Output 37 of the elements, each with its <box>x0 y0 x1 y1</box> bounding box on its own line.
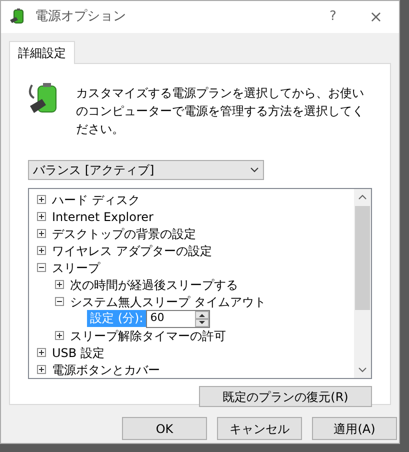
expand-icon[interactable] <box>37 195 46 204</box>
tab[interactable]: 詳細設定 <box>9 41 75 64</box>
collapse-icon[interactable] <box>37 263 46 272</box>
tree-item[interactable]: ワイヤレス アダプターの設定 <box>52 242 212 260</box>
close-button[interactable]: × <box>353 5 399 29</box>
tree-item[interactable]: システム無人スリープ タイムアウト <box>70 292 266 310</box>
expand-icon[interactable] <box>37 229 46 238</box>
tree-item[interactable]: 電源ボタンとカバー <box>52 360 160 378</box>
spin-arrows-icon[interactable] <box>195 310 210 326</box>
expand-icon[interactable] <box>37 365 46 374</box>
tree-item[interactable]: スリープ <box>52 258 100 276</box>
expand-icon[interactable] <box>55 280 64 289</box>
expand-icon[interactable] <box>37 246 46 255</box>
window-title: 電源オプション <box>35 8 126 26</box>
expand-icon[interactable] <box>55 331 64 340</box>
plan-dropdown[interactable]: バランス [アクティブ] <box>28 160 264 180</box>
tree-item[interactable]: デスクトップの背景の設定 <box>52 224 196 242</box>
scrollbar[interactable] <box>354 189 371 378</box>
tree-item[interactable]: スリープ解除タイマーの許可 <box>70 326 226 344</box>
help-button[interactable]: ? <box>313 7 353 27</box>
restore-defaults-button[interactable]: 既定のプランの復元(R) <box>199 386 372 407</box>
dialog-button[interactable]: 適用(A) <box>312 417 397 440</box>
description-text: カスタマイズする電源プランを選択してから、お使いのコンピューターで電源を管理する方法を選択してください。 <box>76 85 365 138</box>
tree-item[interactable]: Internet Explorer <box>52 208 154 226</box>
expand-icon[interactable] <box>37 348 46 357</box>
chevron-down-icon <box>250 167 259 173</box>
tree-item[interactable]: 次の時間が経過後スリープする <box>70 276 238 294</box>
tree-item[interactable]: ハード ディスク <box>52 190 140 208</box>
scrollbar-thumb[interactable] <box>355 206 370 310</box>
dialog-button[interactable]: キャンセル <box>217 417 302 440</box>
expand-icon[interactable] <box>37 212 46 221</box>
tree-item[interactable]: USB 設定 <box>52 344 104 362</box>
minutes-value: 60 <box>149 310 166 326</box>
collapse-icon[interactable] <box>55 297 64 306</box>
dialog-button[interactable]: OK <box>122 417 207 440</box>
setting-label: 設定 (分): <box>87 310 146 327</box>
minutes-spinner[interactable]: 60 <box>146 310 210 328</box>
